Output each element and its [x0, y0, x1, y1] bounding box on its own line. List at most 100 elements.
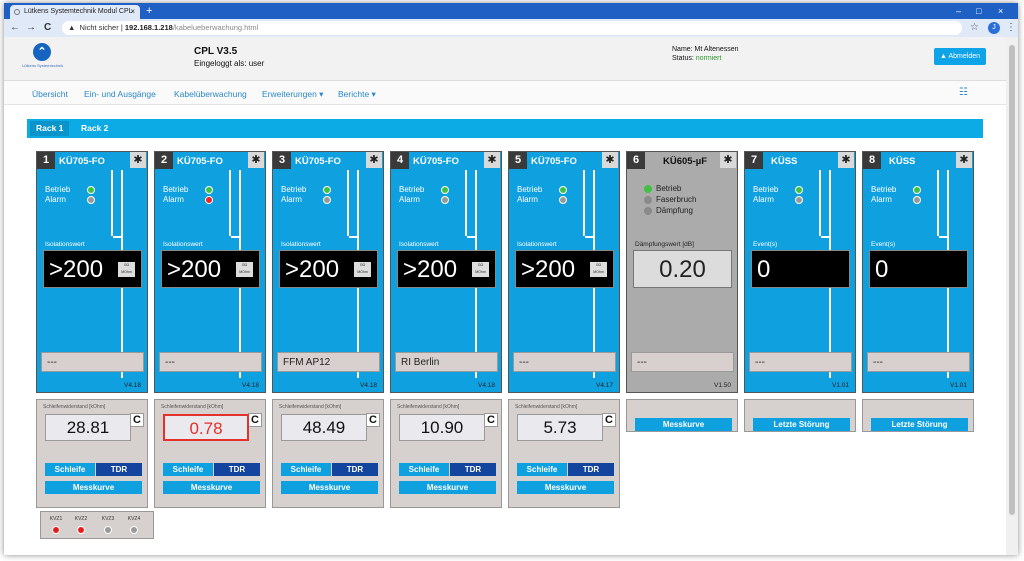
location-field[interactable]: ---	[159, 352, 262, 372]
station-status: Status: normiert	[672, 55, 721, 62]
field-label: Isolationswert	[517, 241, 557, 248]
scrollbar-thumb[interactable]	[1009, 45, 1015, 515]
led-operation: Betrieb	[517, 185, 567, 195]
value-text: >200	[167, 256, 222, 283]
back-icon[interactable]: ←	[10, 21, 20, 35]
measurement-curve-button[interactable]: Messkurve	[517, 481, 614, 494]
tdr-button[interactable]: TDR	[214, 463, 260, 476]
value-text: >200	[521, 256, 576, 283]
forward-icon[interactable]: →	[26, 21, 36, 35]
nav-item-io[interactable]: Ein- und Ausgänge	[84, 89, 156, 99]
browser-tab[interactable]: Lütkens Systemtechnik Modul CPL ×	[10, 5, 140, 19]
location-field[interactable]: ---	[41, 352, 144, 372]
nav-item-extensions[interactable]: Erweiterungen ▾	[262, 89, 323, 100]
location-field[interactable]: FFM AP12	[277, 352, 380, 372]
tdr-button[interactable]: TDR	[96, 463, 142, 476]
status-dot	[323, 186, 331, 194]
tdr-button[interactable]: TDR	[332, 463, 378, 476]
loop-button[interactable]: Schleife	[281, 463, 331, 476]
measurement-curve-button[interactable]: Messkurve	[635, 418, 732, 431]
refresh-icon[interactable]: C	[484, 413, 498, 427]
slot-number: 1	[37, 152, 55, 169]
measurement-curve-button[interactable]: Messkurve	[399, 481, 496, 494]
menu-toggle-icon[interactable]: ☷	[959, 87, 968, 98]
module-card: 6 KÜ605-µF ✱ Betrieb Faserbruch Dämpfung…	[626, 151, 738, 393]
module-name: KÜ605-µF	[663, 156, 708, 167]
new-tab-icon[interactable]: +	[146, 4, 152, 18]
status-label: Status:	[672, 55, 694, 62]
nav-item-reports[interactable]: Berichte ▾	[338, 89, 376, 100]
location-field[interactable]: ---	[631, 352, 734, 372]
field-label: Isolationswert	[399, 241, 439, 248]
tdr-button[interactable]: TDR	[568, 463, 614, 476]
led-label: Alarm	[399, 195, 420, 204]
location-field[interactable]: RI Berlin	[395, 352, 498, 372]
minimize-icon[interactable]: –	[956, 4, 961, 18]
module-card: 5 KÜ705-FO ✱ Betrieb Alarm Isolationswer…	[508, 151, 620, 393]
unit-badge: GΩ MOhm	[118, 262, 135, 277]
card-divider	[465, 170, 467, 236]
card-divider	[231, 236, 239, 238]
tdr-button[interactable]: TDR	[450, 463, 496, 476]
gear-icon[interactable]: ✱	[366, 152, 382, 168]
led-alarm: Alarm	[871, 195, 921, 205]
window-close-icon[interactable]: ×	[998, 4, 1003, 18]
browser-menu-icon[interactable]: ⋮	[1006, 21, 1016, 35]
resistance-value: 0.78	[163, 414, 249, 441]
gear-icon[interactable]: ✱	[602, 152, 618, 168]
led-operation: Betrieb	[399, 185, 449, 195]
refresh-icon[interactable]: C	[366, 413, 380, 427]
gear-icon[interactable]: ✱	[956, 152, 972, 168]
nav-item-cable-monitoring[interactable]: Kabelüberwachung	[174, 89, 247, 99]
bookmark-star-icon[interactable]: ☆	[970, 21, 979, 35]
measurement-curve-button[interactable]: Messkurve	[45, 481, 142, 494]
globe-icon	[14, 9, 20, 15]
tab-close-icon[interactable]: ×	[130, 5, 135, 19]
tab-rack-2[interactable]: Rack 2	[75, 121, 114, 136]
measurement-curve-button[interactable]: Messkurve	[163, 481, 260, 494]
location-field[interactable]: ---	[749, 352, 852, 372]
logout-button[interactable]: ▲ Abmelden	[934, 48, 986, 65]
refresh-icon[interactable]: C	[130, 413, 144, 427]
loop-button[interactable]: Schleife	[517, 463, 567, 476]
nav-item-overview[interactable]: Übersicht	[32, 89, 68, 99]
status-dot	[795, 196, 803, 204]
module-card: 8 KÜSS ✱ Betrieb Alarm Event(s) 0 --- V1…	[862, 151, 974, 393]
measurement-curve-button[interactable]: Messkurve	[281, 481, 378, 494]
gear-icon[interactable]: ✱	[130, 152, 146, 168]
location-field[interactable]: ---	[867, 352, 970, 372]
status-dot	[644, 196, 652, 204]
gear-icon[interactable]: ✱	[484, 152, 500, 168]
gear-icon[interactable]: ✱	[720, 152, 736, 168]
led-operation: Betrieb	[644, 184, 681, 194]
slot-number: 7	[745, 152, 763, 169]
loop-button[interactable]: Schleife	[399, 463, 449, 476]
last-fault-button[interactable]: Letzte Störung	[753, 418, 850, 431]
refresh-icon[interactable]: C	[602, 413, 616, 427]
maximize-icon[interactable]: □	[976, 4, 981, 18]
field-label: Event(s)	[753, 241, 778, 248]
led-label: Betrieb	[517, 185, 543, 194]
reload-icon[interactable]: C	[44, 21, 51, 35]
version-label: V4.18	[478, 382, 495, 389]
status-dot	[441, 196, 449, 204]
tab-rack-1[interactable]: Rack 1	[30, 121, 70, 136]
last-fault-button[interactable]: Letzte Störung	[871, 418, 968, 431]
attenuation-value: 0.20	[633, 250, 732, 288]
curve-panel: Messkurve	[626, 399, 738, 432]
loop-button[interactable]: Schleife	[163, 463, 213, 476]
refresh-icon[interactable]: C	[248, 413, 262, 427]
address-input[interactable]: ▲ Nicht sicher | 192.168.1.218/kabeluebe…	[62, 21, 962, 35]
insulation-value: >200 GΩ MOhm	[43, 250, 142, 288]
gear-icon[interactable]: ✱	[838, 152, 854, 168]
module-name: KÜ705-FO	[59, 156, 105, 167]
browser-window: Lütkens Systemtechnik Modul CPL × + – □ …	[4, 3, 1018, 555]
loop-button[interactable]: Schleife	[45, 463, 95, 476]
page-scrollbar[interactable]	[1006, 37, 1018, 555]
profile-avatar[interactable]: J	[988, 22, 1000, 34]
gear-icon[interactable]: ✱	[248, 152, 264, 168]
company-logo[interactable]: ⌃ Lütkens Systemtechnik	[22, 43, 63, 68]
field-label: Isolationswert	[45, 241, 85, 248]
location-field[interactable]: ---	[513, 352, 616, 372]
fault-panel: Letzte Störung	[862, 399, 974, 432]
